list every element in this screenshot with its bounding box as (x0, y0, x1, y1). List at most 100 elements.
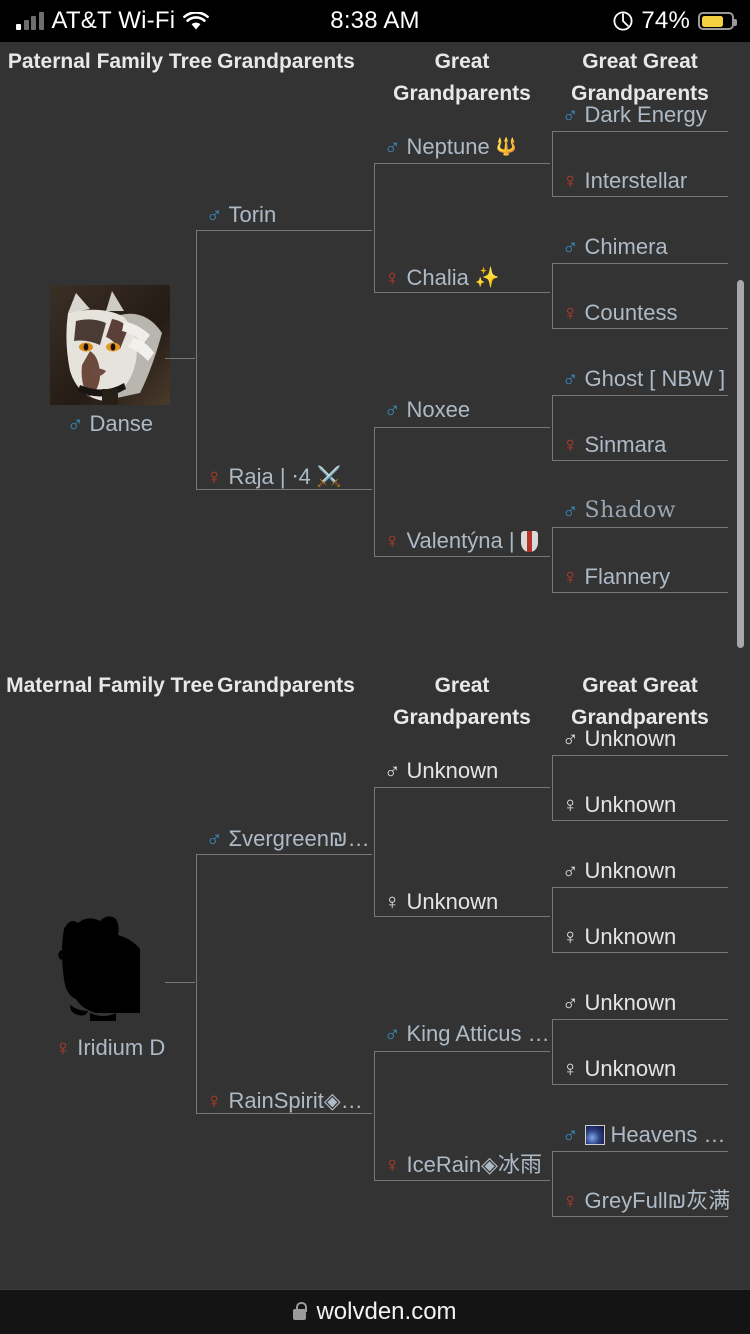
paternal-header-grandparents: Grandparents (217, 50, 355, 73)
family-tree-page: Paternal Family Tree Grandparents Great … (0, 42, 750, 1289)
paternal-ggg-5[interactable]: ♂ Ghost [ NBW ] (562, 366, 725, 392)
paternal-ggg-7[interactable]: ♂ Shadow (562, 498, 676, 524)
maternal-ggg-8[interactable]: ♀ GreyFull₪灰满 (562, 1188, 730, 1214)
maternal-ggg-3: ♂ Unknown (562, 858, 676, 884)
paternal-family-tree: ♂ Danse ♂ Torin ♀ Raja | ⋅4 ⚔️ ♂ Neptune… (0, 102, 750, 630)
browser-url-bar[interactable]: wolvden.com (0, 1289, 750, 1334)
paternal-subject-caption[interactable]: ♂ Danse (20, 411, 200, 437)
female-symbol-icon: ♀ (384, 889, 401, 914)
paternal-great-grandparent-3-name[interactable]: Noxee (407, 397, 471, 423)
male-symbol-icon: ♂ (562, 366, 579, 391)
paternal-ggg-7-name[interactable]: Shadow (585, 498, 677, 524)
shield-icon (520, 530, 538, 552)
maternal-great-grandparent-4[interactable]: ♀ IceRain◈冰雨 (384, 1152, 542, 1178)
paternal-grandparent-father-name[interactable]: Torin (229, 202, 277, 228)
maternal-header-subject: Maternal Family Tree (6, 674, 214, 697)
maternal-great-grandparent-2-name: Unknown (406, 889, 499, 914)
female-symbol-icon: ♀ (206, 1088, 223, 1113)
paternal-ggg-4[interactable]: ♀ Countess (562, 300, 677, 326)
paternal-subject-name[interactable]: Danse (89, 411, 153, 437)
maternal-ggg-5-name: Unknown (584, 990, 677, 1015)
maternal-header-grandparents: Grandparents (217, 674, 355, 697)
paternal-ggg-6-name[interactable]: Sinmara (585, 432, 667, 458)
maternal-great-grandparent-1-name: Unknown (406, 758, 499, 783)
wolf-portrait-danse[interactable] (50, 285, 170, 405)
maternal-subject-portrait-wrap[interactable]: ♀ Iridium D (20, 909, 200, 1061)
maternal-subject-caption[interactable]: ♀ Iridium D (20, 1035, 200, 1061)
male-symbol-icon: ♂ (562, 498, 579, 523)
paternal-ggg-3[interactable]: ♂ Chimera (562, 234, 668, 260)
paternal-ggg-6[interactable]: ♀ Sinmara (562, 432, 666, 458)
paternal-ggg-1-name[interactable]: Dark Energy (585, 102, 707, 128)
paternal-grandparent-box (196, 230, 372, 490)
maternal-great-grandparent-3-name[interactable]: King Atticus … (407, 1021, 550, 1047)
female-symbol-icon: ♀ (54, 1035, 72, 1060)
paternal-grandparent-father[interactable]: ♂ Torin (206, 202, 276, 228)
battery-percent-label: 74% (641, 7, 690, 34)
paternal-grandparent-mother-name[interactable]: Raja | ⋅4 (229, 464, 311, 490)
paternal-great-grandparent-4[interactable]: ♀ Valentýna | (384, 528, 538, 554)
paternal-great-grandparent-1[interactable]: ♂ Neptune 🔱 (384, 134, 517, 160)
maternal-subject-connector (165, 982, 195, 983)
sparkles-icon: ✨ (474, 267, 500, 289)
maternal-ggg-6: ♀ Unknown (562, 1056, 676, 1082)
female-symbol-icon: ♀ (562, 432, 579, 457)
paternal-header-row: Paternal Family Tree Grandparents Great … (0, 46, 750, 110)
maternal-grandparent-father-name[interactable]: Σvergreen₪… (229, 826, 370, 852)
paternal-subject-connector (165, 358, 195, 359)
wolf-portrait-image (50, 909, 170, 1029)
female-symbol-icon: ♀ (562, 1056, 579, 1081)
paternal-header-great-great-grandparents: Great Great Grandparents (571, 50, 709, 105)
paternal-great-grandparent-3[interactable]: ♂ Noxee (384, 397, 470, 423)
maternal-family-tree: ♀ Iridium D ♂ Σvergreen₪… ♀ RainSpirit◈…… (0, 726, 750, 1254)
female-symbol-icon: ♀ (562, 792, 579, 817)
status-bar-right: 74% (613, 0, 737, 42)
female-symbol-icon: ♀ (562, 168, 579, 193)
wolf-portrait-image (50, 285, 170, 405)
male-symbol-icon: ♂ (66, 411, 84, 436)
page-scrollbar[interactable] (737, 280, 744, 648)
maternal-ggg-6-name: Unknown (584, 1056, 677, 1081)
paternal-ggg-1[interactable]: ♂ Dark Energy (562, 102, 707, 128)
maternal-grandparent-mother[interactable]: ♀ RainSpirit◈… (206, 1088, 363, 1114)
maternal-ggg-7[interactable]: ♂ Heavens … (562, 1122, 725, 1148)
paternal-ggg-3-name[interactable]: Chimera (585, 234, 668, 260)
maternal-ggg-2: ♀ Unknown (562, 792, 676, 818)
url-label[interactable]: wolvden.com (316, 1298, 456, 1326)
male-symbol-icon: ♂ (562, 102, 579, 127)
maternal-subject-name[interactable]: Iridium D (77, 1035, 165, 1061)
maternal-ggg-4-name: Unknown (584, 924, 677, 949)
maternal-header-great-great-grandparents: Great Great Grandparents (571, 674, 709, 729)
paternal-header-subject: Paternal Family Tree (7, 50, 213, 73)
maternal-great-grandparent-4-name[interactable]: IceRain◈冰雨 (407, 1152, 543, 1178)
wolf-portrait-iridium-d[interactable] (50, 909, 170, 1029)
female-symbol-icon: ♀ (384, 528, 401, 553)
paternal-ggg-5-name[interactable]: Ghost [ NBW ] (585, 366, 726, 392)
paternal-ggg-2[interactable]: ♀ Interstellar (562, 168, 687, 194)
paternal-great-grandparent-2[interactable]: ♀ Chalia ✨ (384, 265, 500, 291)
paternal-grandparent-mother[interactable]: ♀ Raja | ⋅4 ⚔️ (206, 464, 342, 490)
maternal-ggg-1-name: Unknown (584, 726, 677, 751)
lowpower-icon (613, 11, 633, 31)
maternal-great-grandparent-3[interactable]: ♂ King Atticus … (384, 1021, 550, 1047)
maternal-grandparent-mother-name[interactable]: RainSpirit◈… (229, 1088, 363, 1114)
female-symbol-icon: ♀ (384, 1152, 401, 1177)
male-symbol-icon: ♂ (562, 990, 579, 1015)
paternal-ggg-8-name[interactable]: Flannery (585, 564, 671, 590)
paternal-ggg-8[interactable]: ♀ Flannery (562, 564, 670, 590)
paternal-ggg-2-name[interactable]: Interstellar (585, 168, 688, 194)
maternal-grandparent-father[interactable]: ♂ Σvergreen₪… (206, 826, 370, 852)
paternal-great-grandparent-4-name[interactable]: Valentýna | (407, 528, 515, 554)
maternal-ggg-7-name[interactable]: Heavens … (611, 1122, 726, 1148)
battery-icon (698, 12, 737, 30)
paternal-great-grandparent-2-name[interactable]: Chalia (407, 265, 469, 291)
male-symbol-icon: ♂ (206, 202, 223, 227)
maternal-great-grandparent-2: ♀ Unknown (384, 889, 498, 915)
male-symbol-icon: ♂ (384, 1021, 401, 1046)
paternal-great-grandparent-1-name[interactable]: Neptune (407, 134, 490, 160)
paternal-ggg-4-name[interactable]: Countess (585, 300, 678, 326)
paternal-header-great-grandparents: Great Grandparents (393, 50, 531, 105)
maternal-ggg-8-name[interactable]: GreyFull₪灰满 (585, 1188, 731, 1214)
galaxy-icon (584, 1125, 605, 1145)
paternal-subject-portrait-wrap[interactable]: ♂ Danse (20, 285, 200, 437)
